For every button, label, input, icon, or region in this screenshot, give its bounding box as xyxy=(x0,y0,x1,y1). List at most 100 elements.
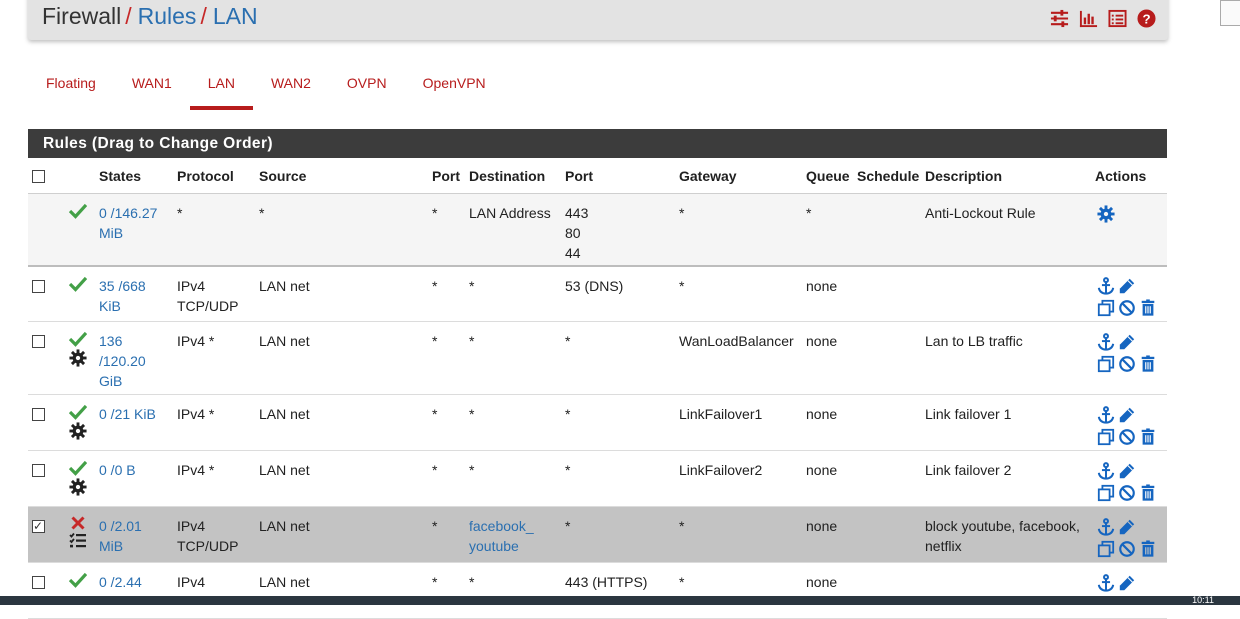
col-destination: Destination xyxy=(465,158,561,194)
table-row[interactable]: 0 /146.27 MiB * * * LAN Address 443 80 4… xyxy=(28,193,1167,267)
os-taskbar xyxy=(0,596,1240,605)
pencil-icon[interactable] xyxy=(1116,331,1137,352)
queue-cell: * xyxy=(802,193,853,267)
protocol-cell: IPv4 * xyxy=(173,394,255,451)
col-destination-port: Port xyxy=(561,158,675,194)
trash-icon[interactable] xyxy=(1137,298,1158,319)
pencil-icon[interactable] xyxy=(1116,516,1137,537)
check-icon xyxy=(69,572,87,588)
gear-icon[interactable] xyxy=(1095,203,1116,224)
block-x-icon xyxy=(71,516,85,530)
description-cell: Anti-Lockout Rule xyxy=(921,193,1091,267)
svg-text:?: ? xyxy=(1142,11,1150,26)
anchor-icon[interactable] xyxy=(1095,572,1116,593)
tab-ovpn[interactable]: OVPN xyxy=(329,62,405,110)
sliders-icon[interactable] xyxy=(1050,9,1069,28)
states-link[interactable]: 0 /2.44 xyxy=(99,574,142,590)
check-icon xyxy=(69,460,87,476)
source-port-cell: * xyxy=(428,321,465,395)
source-cell: LAN net xyxy=(255,394,428,451)
copy-icon[interactable] xyxy=(1095,482,1116,503)
trash-icon[interactable] xyxy=(1137,538,1158,559)
destination-cell: LAN Address xyxy=(465,193,561,267)
anchor-icon[interactable] xyxy=(1095,404,1116,425)
states-link[interactable]: 0 /146.27 MiB xyxy=(99,205,157,241)
help-icon[interactable]: ? xyxy=(1137,9,1156,28)
tab-wan1[interactable]: WAN1 xyxy=(114,62,190,110)
pencil-icon[interactable] xyxy=(1116,404,1137,425)
tab-lan[interactable]: LAN xyxy=(189,62,254,110)
select-all-checkbox[interactable] xyxy=(32,169,45,183)
col-gateway: Gateway xyxy=(675,158,802,194)
row-checkbox[interactable] xyxy=(32,335,45,348)
bar-chart-icon[interactable] xyxy=(1079,9,1098,28)
disable-icon[interactable] xyxy=(1116,298,1137,319)
gateway-cell: * xyxy=(675,193,802,267)
tab-openvpn[interactable]: OpenVPN xyxy=(405,62,504,110)
taskbar-clock: 10:11 xyxy=(1192,595,1214,605)
pencil-icon[interactable] xyxy=(1116,276,1137,297)
table-row[interactable]: 0 /0 B IPv4 * LAN net * * * LinkFailover… xyxy=(28,450,1167,507)
table-header-row: States Protocol Source Port Destination … xyxy=(28,158,1167,194)
destination-alias-link[interactable]: facebook_ youtube xyxy=(469,518,534,554)
states-link[interactable]: 136 /120.20 GiB xyxy=(99,333,146,389)
description-cell: Link failover 1 xyxy=(921,394,1091,451)
anchor-icon[interactable] xyxy=(1095,516,1116,537)
disable-icon[interactable] xyxy=(1116,426,1137,447)
protocol-cell: IPv4 TCP/UDP xyxy=(173,265,255,322)
col-protocol: Protocol xyxy=(173,158,255,194)
states-link[interactable]: 0 /2.01 MiB xyxy=(99,518,142,554)
source-cell: LAN net xyxy=(255,321,428,395)
row-checkbox[interactable] xyxy=(32,464,45,477)
row-checkbox[interactable] xyxy=(32,408,45,421)
source-port-cell: * xyxy=(428,562,465,619)
breadcrumb: Firewall / Rules / LAN xyxy=(42,3,258,30)
anchor-icon[interactable] xyxy=(1095,276,1116,297)
destination-cell: * xyxy=(465,450,561,507)
disable-icon[interactable] xyxy=(1116,482,1137,503)
disable-icon[interactable] xyxy=(1116,353,1137,374)
copy-icon[interactable] xyxy=(1095,353,1116,374)
rules-table: States Protocol Source Port Destination … xyxy=(28,158,1167,619)
breadcrumb-lan[interactable]: LAN xyxy=(213,3,258,29)
table-row[interactable]: 35 /668 KiB IPv4 TCP/UDP LAN net * * 53 … xyxy=(28,265,1167,322)
trash-icon[interactable] xyxy=(1137,426,1158,447)
table-row[interactable]: 0 /2.01 MiB IPv4 TCP/UDP LAN net * faceb… xyxy=(28,506,1167,563)
states-link[interactable]: 35 /668 KiB xyxy=(99,278,146,314)
anchor-icon[interactable] xyxy=(1095,331,1116,352)
browser-side-button[interactable] xyxy=(1220,0,1240,26)
row-actions xyxy=(1095,516,1163,559)
source-port-cell: * xyxy=(428,506,465,563)
schedule-cell xyxy=(853,562,921,619)
row-checkbox[interactable] xyxy=(32,516,45,536)
states-link[interactable]: 0 /0 B xyxy=(99,462,136,478)
check-icon xyxy=(69,276,87,292)
list-icon[interactable] xyxy=(1108,9,1127,28)
copy-icon[interactable] xyxy=(1095,426,1116,447)
destination-port-cell: * xyxy=(561,394,675,451)
destination-port-cell: 53 (DNS) xyxy=(561,265,675,322)
source-cell: LAN net xyxy=(255,506,428,563)
pencil-icon[interactable] xyxy=(1116,572,1137,593)
schedule-cell xyxy=(853,321,921,395)
rules-panel: Rules (Drag to Change Order) States Prot… xyxy=(28,129,1167,619)
trash-icon[interactable] xyxy=(1137,482,1158,503)
tab-floating[interactable]: Floating xyxy=(28,62,114,110)
breadcrumb-rules[interactable]: Rules xyxy=(138,3,197,29)
states-link[interactable]: 0 /21 KiB xyxy=(99,406,156,422)
tab-wan2[interactable]: WAN2 xyxy=(253,62,329,110)
table-row[interactable]: 0 /21 KiB IPv4 * LAN net * * * LinkFailo… xyxy=(28,394,1167,451)
gateway-cell: * xyxy=(675,506,802,563)
table-row[interactable]: 0 /2.44 IPv4 LAN net * * 443 (HTTPS) * n… xyxy=(28,562,1167,619)
row-checkbox[interactable] xyxy=(32,576,45,589)
pencil-icon[interactable] xyxy=(1116,460,1137,481)
row-checkbox[interactable] xyxy=(32,279,45,293)
anchor-icon[interactable] xyxy=(1095,460,1116,481)
disable-icon[interactable] xyxy=(1116,538,1137,559)
trash-icon[interactable] xyxy=(1137,353,1158,374)
copy-icon[interactable] xyxy=(1095,298,1116,319)
protocol-cell: IPv4 * xyxy=(173,321,255,395)
destination-port-cell: 443 (HTTPS) xyxy=(561,562,675,619)
copy-icon[interactable] xyxy=(1095,538,1116,559)
table-row[interactable]: 136 /120.20 GiB IPv4 * LAN net * * * Wan… xyxy=(28,321,1167,395)
